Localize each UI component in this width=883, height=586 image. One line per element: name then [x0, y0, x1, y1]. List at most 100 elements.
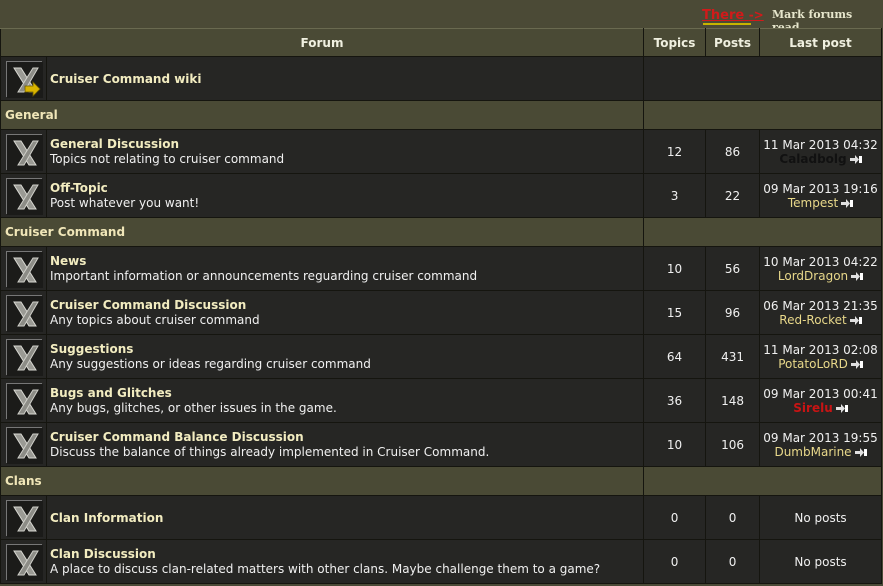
post-count: 0 — [705, 539, 761, 584]
last-post-date: 09 Mar 2013 19:16 — [763, 181, 878, 196]
forum-description: Post whatever you want! — [50, 196, 200, 210]
category-clans: Clans — [0, 466, 883, 496]
view-latest-post-icon[interactable] — [850, 359, 863, 369]
view-latest-post-icon[interactable] — [835, 403, 848, 413]
category-title-general[interactable]: General — [0, 100, 645, 130]
forum-description: Any suggestions or ideas regarding cruis… — [50, 357, 371, 371]
forum-status-icon — [5, 133, 43, 171]
forum-status-icon — [5, 250, 43, 288]
last-post: 09 Mar 2013 19:16 Tempest — [759, 173, 883, 218]
forum-title[interactable]: Clan Discussion — [50, 547, 643, 561]
view-latest-post-icon[interactable] — [841, 198, 854, 208]
forum-status-icon — [5, 338, 43, 376]
view-latest-post-icon[interactable] — [854, 447, 867, 457]
last-post-user[interactable]: Sirelu — [793, 401, 832, 415]
last-post-date: 10 Mar 2013 04:22 — [763, 254, 878, 269]
last-post: 09 Mar 2013 00:41 Sirelu — [759, 378, 883, 423]
topic-count: 3 — [643, 173, 707, 218]
last-post-date: 11 Mar 2013 02:08 — [763, 342, 878, 357]
column-last-post: Last post — [759, 28, 883, 57]
post-count: 56 — [705, 246, 761, 291]
forum-title[interactable]: Bugs and Glitches — [50, 386, 643, 400]
column-forum: Forum — [0, 28, 645, 57]
forum-description: Any topics about cruiser command — [50, 313, 260, 327]
topic-count: 0 — [643, 495, 707, 540]
forum-title[interactable]: General Discussion — [50, 137, 643, 151]
last-post: 06 Mar 2013 21:35 Red-Rocket — [759, 290, 883, 335]
last-post-date: 09 Mar 2013 00:41 — [763, 386, 878, 401]
last-post: 11 Mar 2013 02:08 PotatoLoRD — [759, 334, 883, 379]
last-post-date: 06 Mar 2013 21:35 — [763, 298, 878, 313]
topic-count: 0 — [643, 539, 707, 584]
forum-status-icon — [5, 382, 43, 420]
category-general: General — [0, 100, 883, 130]
forum-status-icon — [5, 426, 43, 464]
forum-title[interactable]: News — [50, 254, 643, 268]
topic-count: 10 — [643, 246, 707, 291]
forum-status-icon — [5, 499, 43, 537]
forum-title-wiki[interactable]: Cruiser Command wiki — [50, 72, 643, 86]
forum-title[interactable]: Clan Information — [50, 511, 643, 525]
forum-row-clan-discussion: Clan Discussion A place to discuss clan-… — [0, 539, 883, 584]
forum-link-icon[interactable] — [5, 60, 43, 98]
topic-count: 12 — [643, 129, 707, 174]
last-post-date: 09 Mar 2013 19:55 — [763, 430, 878, 445]
there-arrow-icon: -> — [748, 8, 764, 22]
last-post: 09 Mar 2013 19:55 DumbMarine — [759, 422, 883, 467]
forum-description: A place to discuss clan-related matters … — [50, 562, 601, 576]
topic-count: 64 — [643, 334, 707, 379]
forum-row-wiki: Cruiser Command wiki — [0, 56, 883, 101]
forum-row-off-topic: Off-Topic Post whatever you want! 3 22 0… — [0, 173, 883, 218]
forum-row-general-discussion: General Discussion Topics not relating t… — [0, 129, 883, 174]
forum-row-bugs: Bugs and Glitches Any bugs, glitches, or… — [0, 378, 883, 423]
post-count: 22 — [705, 173, 761, 218]
topic-count: 10 — [643, 422, 707, 467]
forum-description: Discuss the balance of things already im… — [50, 445, 490, 459]
forum-title[interactable]: Off-Topic — [50, 181, 643, 195]
view-latest-post-icon[interactable] — [851, 271, 864, 281]
view-latest-post-icon[interactable] — [849, 154, 862, 164]
post-count: 96 — [705, 290, 761, 335]
last-post-date: 11 Mar 2013 04:32 — [763, 137, 878, 152]
forum-table: Forum Topics Posts Last post Cruiser Com… — [0, 28, 883, 584]
post-count: 106 — [705, 422, 761, 467]
category-title-cruiser-command[interactable]: Cruiser Command — [0, 217, 645, 247]
last-post-user[interactable]: Red-Rocket — [779, 313, 846, 327]
view-latest-post-icon[interactable] — [849, 315, 862, 325]
last-post-user[interactable]: PotatoLoRD — [778, 357, 848, 371]
forum-row-balance: Cruiser Command Balance Discussion Discu… — [0, 422, 883, 467]
forum-title[interactable]: Suggestions — [50, 342, 643, 356]
post-count: 86 — [705, 129, 761, 174]
last-post: 11 Mar 2013 04:32 Caladbolg — [759, 129, 883, 174]
forum-status-icon — [5, 543, 43, 581]
forum-row-suggestions: Suggestions Any suggestions or ideas reg… — [0, 334, 883, 379]
top-bar: There -> Mark forums read — [0, 0, 883, 34]
last-post-user[interactable]: Tempest — [788, 196, 838, 210]
category-cruiser-command: Cruiser Command — [0, 217, 883, 247]
category-title-clans[interactable]: Clans — [0, 466, 645, 496]
post-count: 148 — [705, 378, 761, 423]
topic-count: 36 — [643, 378, 707, 423]
column-posts: Posts — [705, 28, 761, 57]
forum-row-clan-information: Clan Information 0 0 No posts — [0, 495, 883, 540]
forum-description: Topics not relating to cruiser command — [50, 152, 285, 166]
forum-title[interactable]: Cruiser Command Discussion — [50, 298, 643, 312]
post-count: 0 — [705, 495, 761, 540]
forum-description: Important information or announcements r… — [50, 269, 478, 283]
column-topics: Topics — [643, 28, 707, 57]
forum-status-icon — [5, 294, 43, 332]
there-link[interactable]: There -> — [702, 8, 764, 23]
last-post-none: No posts — [759, 539, 883, 584]
forum-status-icon — [5, 177, 43, 215]
there-underline — [703, 23, 751, 25]
topic-count: 15 — [643, 290, 707, 335]
last-post-user[interactable]: Caladbolg — [779, 152, 846, 166]
last-post-user[interactable]: DumbMarine — [774, 445, 851, 459]
post-count: 431 — [705, 334, 761, 379]
forum-title[interactable]: Cruiser Command Balance Discussion — [50, 430, 643, 444]
last-post-user[interactable]: LordDragon — [778, 269, 848, 283]
last-post: 10 Mar 2013 04:22 LordDragon — [759, 246, 883, 291]
forum-row-news: News Important information or announceme… — [0, 246, 883, 291]
table-header: Forum Topics Posts Last post — [0, 28, 883, 57]
forum-row-cc-discussion: Cruiser Command Discussion Any topics ab… — [0, 290, 883, 335]
